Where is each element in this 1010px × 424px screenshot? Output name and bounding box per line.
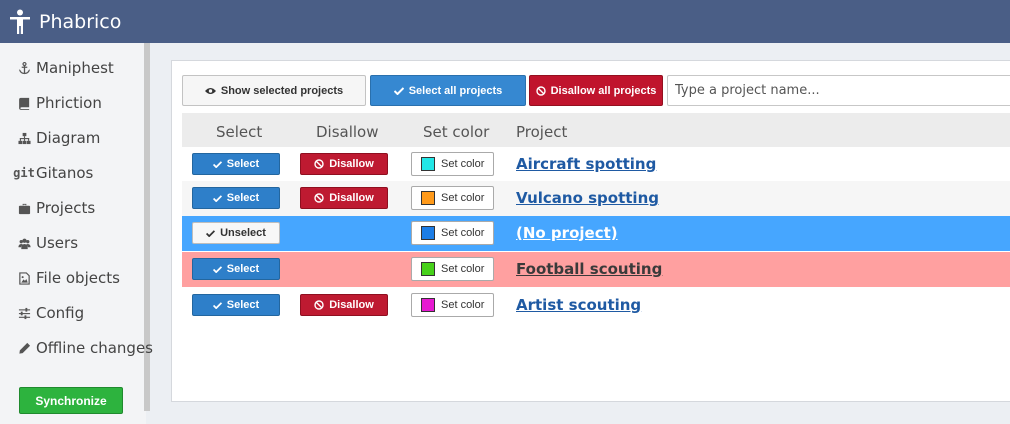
color-swatch	[421, 298, 435, 312]
check-icon	[212, 301, 222, 309]
person-icon	[10, 9, 30, 34]
sidebar-item-diagram[interactable]: Diagram	[17, 127, 100, 149]
ban-icon	[535, 85, 546, 96]
ban-icon	[314, 159, 324, 169]
project-search-input[interactable]	[667, 75, 1010, 106]
show-selected-projects-button[interactable]: Show selected projects	[182, 75, 366, 106]
set-color-button[interactable]: Set color	[411, 293, 494, 317]
color-swatch	[421, 157, 435, 171]
disallow-button[interactable]: Disallow	[300, 187, 388, 209]
sidebar-item-config[interactable]: Config	[17, 302, 84, 324]
button-label: Disallow all projects	[550, 84, 657, 97]
app-title: Phabrico	[39, 10, 122, 33]
sidebar-item-file-objects[interactable]: File objects	[17, 267, 120, 289]
disallow-button[interactable]: Disallow	[300, 294, 388, 316]
disallow-all-projects-button[interactable]: Disallow all projects	[529, 75, 663, 106]
sidebar-item-label: Config	[36, 304, 85, 322]
set-color-button[interactable]: Set color	[411, 186, 494, 210]
button-label: Disallow	[329, 299, 374, 311]
button-label: Unselect	[220, 227, 266, 239]
check-icon	[212, 160, 222, 168]
button-label: Set color	[441, 263, 485, 275]
check-icon	[393, 86, 404, 95]
sidebar-item-offline-changes[interactable]: Offline changes	[17, 337, 153, 359]
sidebar-item-label: Maniphest	[36, 59, 114, 77]
set-color-button[interactable]: Set color	[411, 152, 494, 176]
column-header-disallow: Disallow	[316, 123, 379, 141]
sidebar-item-label: Projects	[36, 199, 96, 217]
disallow-button[interactable]: Disallow	[300, 153, 388, 175]
set-color-button[interactable]: Set color	[411, 257, 494, 281]
project-link[interactable]: Artist scouting	[516, 296, 641, 314]
top-bar: Phabrico	[0, 0, 1010, 43]
ban-icon	[314, 193, 324, 203]
button-label: Set color	[441, 299, 485, 311]
project-link[interactable]: Aircraft spotting	[516, 155, 656, 173]
sitemap-icon	[17, 131, 31, 145]
column-header-project: Project	[516, 123, 568, 141]
pencil-icon	[17, 341, 31, 355]
check-icon	[212, 265, 222, 273]
sidebar-item-users[interactable]: Users	[17, 232, 78, 254]
select-button[interactable]: Select	[192, 258, 280, 280]
image-file-icon	[17, 271, 31, 285]
sidebar-item-projects[interactable]: Projects	[17, 197, 95, 219]
set-color-button[interactable]: Set color	[411, 221, 494, 245]
eye-icon	[204, 87, 216, 94]
anchor-icon	[17, 61, 31, 75]
select-all-projects-button[interactable]: Select all projects	[370, 75, 526, 106]
button-label: Set color	[441, 227, 485, 239]
button-label: Show selected projects	[220, 84, 344, 97]
button-label: Select	[226, 158, 260, 170]
git-icon: git	[13, 166, 35, 180]
project-link[interactable]: Football scouting	[516, 260, 662, 278]
sidebar-item-label: File objects	[36, 269, 120, 287]
users-icon	[17, 236, 31, 250]
sidebar-item-label: Diagram	[36, 129, 101, 147]
column-header-select: Select	[216, 123, 263, 141]
sidebar-item-label: Phriction	[36, 94, 102, 112]
button-label: Disallow	[329, 192, 374, 204]
table-header	[182, 113, 1010, 149]
select-button[interactable]: Select	[192, 153, 280, 175]
sidebar-item-gitanos[interactable]: git Gitanos	[13, 162, 94, 184]
briefcase-icon	[17, 201, 31, 215]
select-button[interactable]: Select	[192, 294, 280, 316]
sliders-icon	[17, 306, 31, 320]
book-icon	[17, 96, 31, 110]
sidebar-item-label: Gitanos	[36, 164, 94, 182]
project-link[interactable]: (No project)	[516, 224, 618, 242]
color-swatch	[421, 191, 435, 205]
sidebar-item-label: Offline changes	[36, 339, 153, 357]
synchronize-button[interactable]: Synchronize	[19, 387, 123, 414]
unselect-button[interactable]: Unselect	[192, 222, 280, 244]
button-label: Select	[226, 263, 260, 275]
button-label: Set color	[441, 192, 485, 204]
ban-icon	[314, 300, 324, 310]
color-swatch	[421, 226, 435, 240]
button-label: Disallow	[329, 158, 374, 170]
sidebar-item-phriction[interactable]: Phriction	[17, 92, 102, 114]
check-icon	[212, 194, 222, 202]
sidebar-item-maniphest[interactable]: Maniphest	[17, 57, 114, 79]
button-label: Select	[226, 299, 260, 311]
sidebar-item-label: Users	[36, 234, 79, 252]
column-header-set-color: Set color	[423, 123, 490, 141]
button-label: Select all projects	[408, 84, 503, 97]
color-swatch	[421, 262, 435, 276]
select-button[interactable]: Select	[192, 187, 280, 209]
button-label: Select	[226, 192, 260, 204]
check-icon	[206, 229, 216, 237]
button-label: Set color	[441, 158, 485, 170]
project-link[interactable]: Vulcano spotting	[516, 189, 659, 207]
